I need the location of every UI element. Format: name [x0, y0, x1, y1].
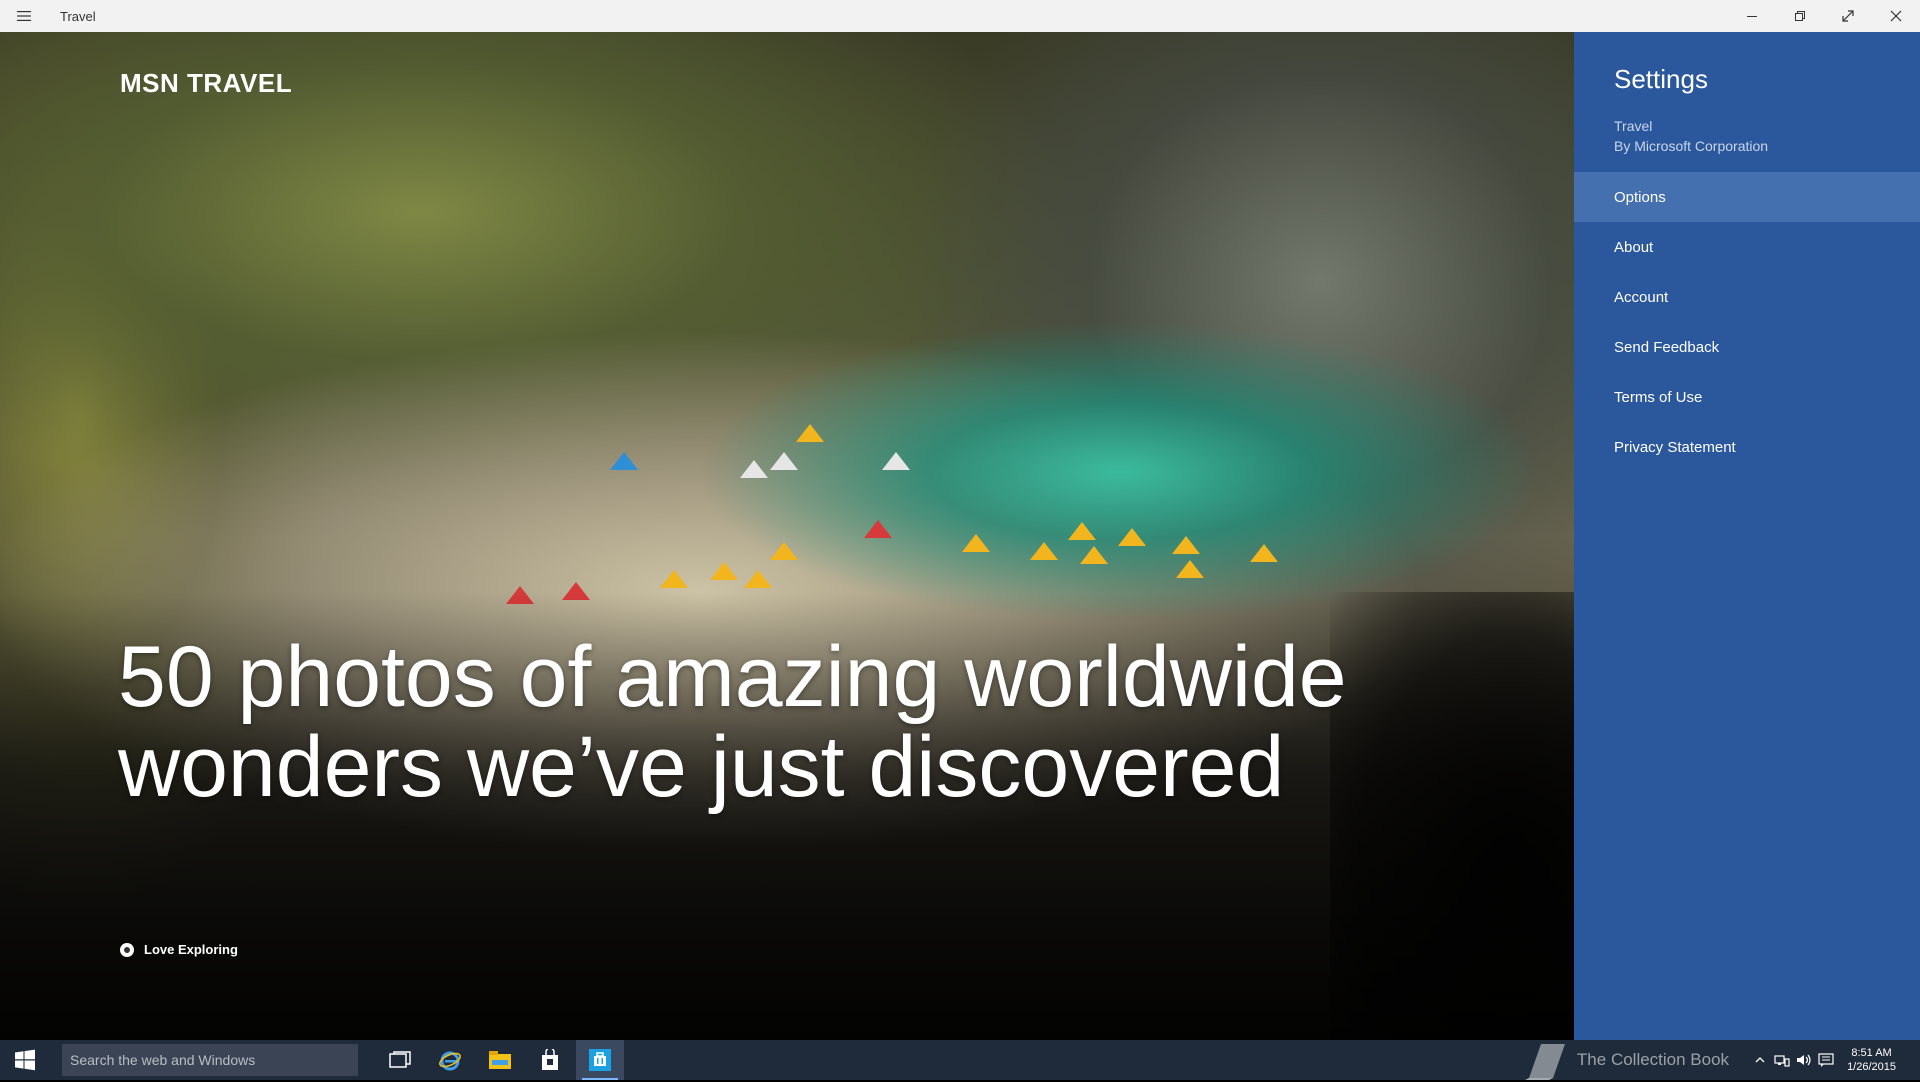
- close-button[interactable]: [1872, 0, 1920, 32]
- settings-app-name: Travel: [1614, 118, 1653, 134]
- settings-item-send-feedback[interactable]: Send Feedback: [1574, 322, 1920, 372]
- store-icon[interactable]: [526, 1040, 574, 1080]
- article-headline[interactable]: 50 photos of amazing worldwide wonders w…: [118, 632, 1438, 812]
- clock-date: 1/26/2015: [1847, 1061, 1896, 1073]
- settings-item-privacy-statement[interactable]: Privacy Statement: [1574, 422, 1920, 472]
- window-title: Travel: [60, 8, 96, 24]
- start-button[interactable]: [0, 1040, 50, 1080]
- article-source[interactable]: Love Exploring: [120, 942, 238, 957]
- settings-item-about[interactable]: About: [1574, 222, 1920, 272]
- chevron-up-icon[interactable]: [1749, 1040, 1771, 1080]
- source-icon: [120, 942, 134, 957]
- windows-logo-icon: [15, 1049, 35, 1071]
- minimize-button[interactable]: [1728, 0, 1776, 32]
- tent-graphic: [1068, 522, 1096, 540]
- network-icon[interactable]: [1771, 1040, 1793, 1080]
- brand-logo[interactable]: MSN TRAVEL: [120, 68, 292, 99]
- close-icon: [1890, 10, 1902, 22]
- tent-graphic: [796, 424, 824, 442]
- tent-graphic: [1172, 536, 1200, 554]
- tent-graphic: [770, 452, 798, 470]
- tent-graphic: [660, 570, 688, 588]
- watermark-text: The Collection Book: [1576, 1050, 1730, 1069]
- tent-graphic: [710, 562, 738, 580]
- tent-graphic: [744, 570, 772, 588]
- action-center-icon[interactable]: [1815, 1040, 1837, 1080]
- settings-publisher: By Microsoft Corporation: [1614, 138, 1769, 154]
- settings-item-account[interactable]: Account: [1574, 272, 1920, 322]
- search-input[interactable]: [62, 1044, 358, 1076]
- fullscreen-icon: [1842, 10, 1854, 22]
- task-view-icon[interactable]: [376, 1040, 424, 1080]
- book-icon: [1524, 1044, 1565, 1080]
- hamburger-icon[interactable]: [0, 0, 48, 32]
- watermark: The Collection Book: [1519, 1038, 1729, 1082]
- tent-graphic: [1250, 544, 1278, 562]
- travel-app-icon[interactable]: [576, 1040, 624, 1080]
- title-bar: Travel: [0, 0, 1920, 32]
- system-tray: 8:51 AM 1/26/2015: [1749, 1040, 1904, 1080]
- tent-graphic: [1118, 528, 1146, 546]
- internet-explorer-icon[interactable]: [426, 1040, 474, 1080]
- settings-item-options[interactable]: Options: [1574, 172, 1920, 222]
- tent-graphic: [1030, 542, 1058, 560]
- minimize-icon: [1747, 16, 1757, 17]
- settings-item-terms-of-use[interactable]: Terms of Use: [1574, 372, 1920, 422]
- settings-menu: Options About Account Send Feedback Term…: [1574, 172, 1920, 472]
- restore-button[interactable]: [1776, 0, 1824, 32]
- source-label: Love Exploring: [144, 942, 238, 957]
- settings-pane: Settings Travel By Microsoft Corporation…: [1574, 32, 1920, 1040]
- settings-title: Settings: [1614, 64, 1708, 94]
- fullscreen-button[interactable]: [1824, 0, 1872, 32]
- restore-icon: [1795, 11, 1805, 21]
- taskbar: The Collection Book: [0, 1040, 1920, 1080]
- tent-graphic: [1176, 560, 1204, 578]
- tent-graphic: [882, 452, 910, 470]
- tent-graphic: [610, 452, 638, 470]
- clock[interactable]: 8:51 AM 1/26/2015: [1847, 1046, 1896, 1074]
- clock-time: 8:51 AM: [1851, 1047, 1892, 1059]
- tent-graphic: [962, 534, 990, 552]
- tent-graphic: [864, 520, 892, 538]
- tent-graphic: [770, 542, 798, 560]
- tent-graphic: [1080, 546, 1108, 564]
- tent-graphic: [740, 460, 768, 478]
- hero-article[interactable]: MSN TRAVEL 50 photos of amazing worldwid…: [0, 32, 1574, 1040]
- file-explorer-icon[interactable]: [476, 1040, 524, 1080]
- volume-icon[interactable]: [1793, 1040, 1815, 1080]
